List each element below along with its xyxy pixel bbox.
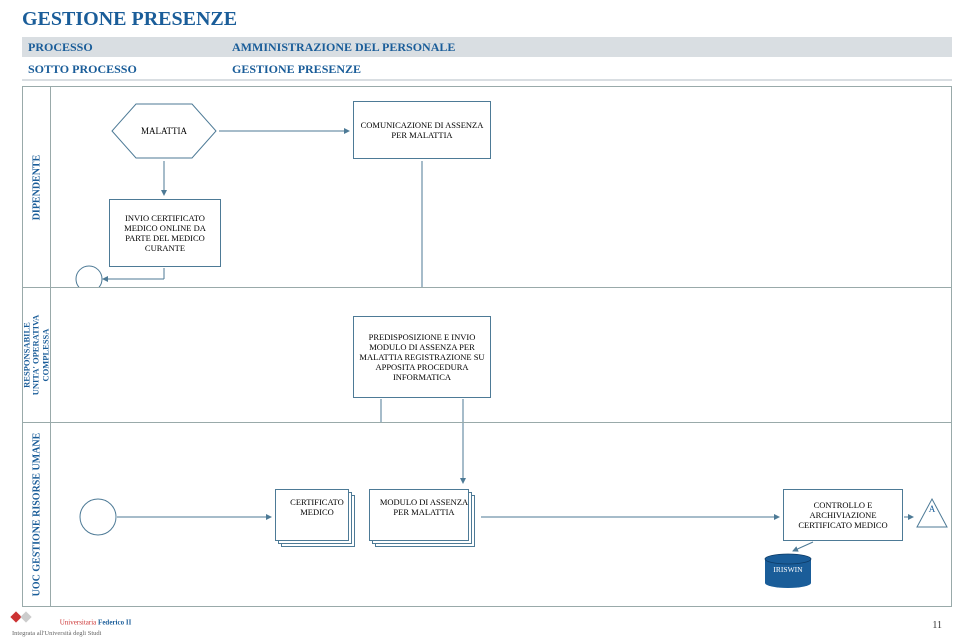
header-row2-value: GESTIONE PRESENZE (232, 62, 361, 77)
box-invio-cert-text: INVIO CERTIFICATO MEDICO ONLINE DA PARTE… (114, 213, 216, 253)
doc-certificato: CERTIFICATO MEDICO (275, 489, 359, 551)
box-predisposizione: PREDISPOSIZIONE E INVIO MODULO DI ASSENZ… (353, 316, 491, 398)
db-iriswin: IRISWIN (763, 553, 813, 589)
triangle-a-text: A (929, 504, 936, 514)
header-row2-label: SOTTO PROCESSO (22, 62, 232, 77)
lane-responsabile: RESPONSABILEUNITA' OPERATIVACOMPLESSA PR… (23, 287, 951, 422)
db-iriswin-text: IRISWIN (763, 565, 813, 574)
footer-logo-name: Federico II (98, 619, 131, 627)
footer-logo-text: Universitaria (60, 619, 97, 627)
box-invio-cert: INVIO CERTIFICATO MEDICO ONLINE DA PARTE… (109, 199, 221, 267)
hex-malattia-text: MALATTIA (141, 126, 187, 136)
lane-label-dipendente: DIPENDENTE (23, 87, 51, 287)
box-comunicazione-text: COMUNICAZIONE DI ASSENZA PER MALATTIA (358, 120, 486, 140)
header-row1-label: PROCESSO (22, 40, 232, 55)
page-number: 11 (932, 620, 942, 631)
wf2-label: W.F. (85, 510, 112, 526)
page-title: GESTIONE PRESENZE (0, 0, 960, 35)
lane-dipendente: DIPENDENTE MALATTIA COMUNICAZIONE DI ASS… (23, 87, 951, 287)
lane-uoc: UOC GESTIONE RISORSE UMANE W.F. CERTIFIC… (23, 422, 951, 606)
lane-label-dipendente-text: DIPENDENTE (31, 154, 42, 220)
box-comunicazione: COMUNICAZIONE DI ASSENZA PER MALATTIA (353, 101, 491, 159)
header-row-2: SOTTO PROCESSO GESTIONE PRESENZE (22, 59, 952, 81)
box-predisposizione-text: PREDISPOSIZIONE E INVIO MODULO DI ASSENZ… (358, 332, 486, 382)
swimlane-container: DIPENDENTE MALATTIA COMUNICAZIONE DI ASS… (22, 86, 952, 607)
triangle-a: A (915, 497, 949, 531)
header-row1-value: AMMINISTRAZIONE DEL PERSONALE (232, 40, 455, 55)
lane-label-responsabile: RESPONSABILEUNITA' OPERATIVACOMPLESSA (23, 288, 51, 422)
box-controllo-text: CONTROLLO E ARCHIVIAZIONE CERTIFICATO ME… (788, 500, 898, 530)
lane-label-uoc-text: UOC GESTIONE RISORSE UMANE (31, 433, 42, 597)
footer-caption: Integrata all'Università degli Studi (12, 630, 101, 637)
doc-modulo-text: MODULO DI ASSENZA PER MALATTIA (369, 497, 479, 517)
wf-label: WF (81, 272, 99, 284)
lane-label-uoc: UOC GESTIONE RISORSE UMANE (23, 423, 51, 606)
doc-modulo: MODULO DI ASSENZA PER MALATTIA (369, 489, 479, 551)
hex-malattia: MALATTIA (109, 101, 219, 161)
box-controllo: CONTROLLO E ARCHIVIAZIONE CERTIFICATO ME… (783, 489, 903, 541)
lane-label-responsabile-text: RESPONSABILEUNITA' OPERATIVACOMPLESSA (22, 315, 50, 396)
doc-certificato-text: CERTIFICATO MEDICO (275, 497, 359, 517)
header-row-1: PROCESSO AMMINISTRAZIONE DEL PERSONALE (22, 37, 952, 57)
